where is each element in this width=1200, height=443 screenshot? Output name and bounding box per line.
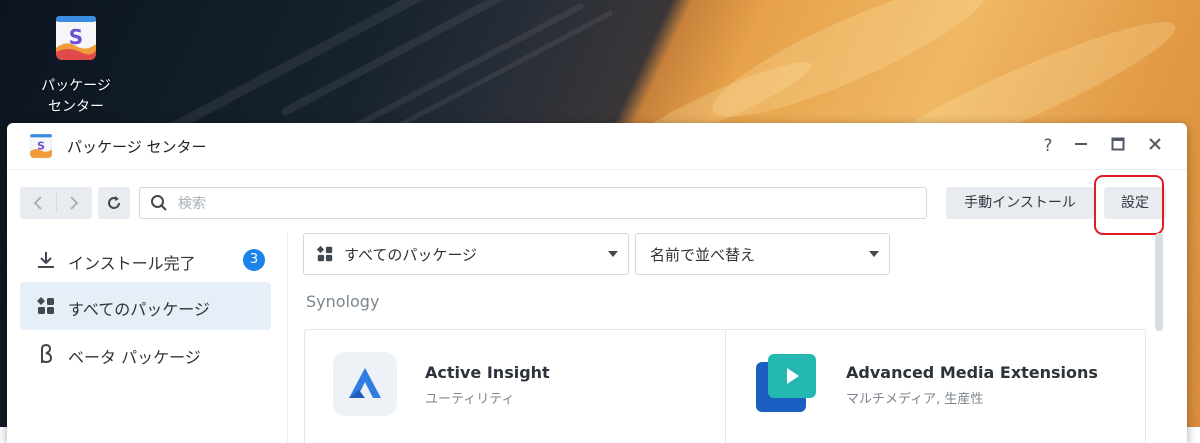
- search-box[interactable]: [139, 187, 927, 219]
- search-input[interactable]: [176, 193, 900, 215]
- help-button[interactable]: ?: [1035, 133, 1061, 159]
- svg-text:S: S: [69, 25, 83, 49]
- sort-value: 名前で並べ替え: [650, 246, 756, 264]
- sidebar-item-all-packages[interactable]: すべてのパッケージ: [20, 282, 271, 330]
- package-card-advanced-media-extensions[interactable]: Advanced Media Extensions マルチメディア, 生産性: [725, 330, 1145, 443]
- active-insight-icon: [333, 352, 397, 416]
- installed-count-badge: 3: [243, 249, 265, 271]
- package-card-active-insight[interactable]: Active Insight ユーティリティ: [305, 330, 724, 443]
- grid-icon: [316, 245, 333, 262]
- media-extensions-icon: [754, 352, 818, 416]
- chevron-down-icon: [608, 251, 618, 257]
- sidebar-item-label: すべてのパッケージ: [68, 300, 210, 319]
- toolbar: 手動インストール 設定: [7, 170, 1187, 232]
- main-content: すべてのパッケージ 名前で並べ替え Synology Active Insigh…: [288, 232, 1187, 443]
- desktop-package-center-shortcut[interactable]: S パッケージ センター: [30, 14, 122, 118]
- content-scrollbar[interactable]: [1155, 233, 1163, 331]
- grid-icon: [37, 297, 54, 314]
- forward-button[interactable]: [56, 187, 92, 219]
- close-button[interactable]: [1142, 133, 1168, 159]
- refresh-icon: [108, 196, 120, 209]
- search-icon: [151, 195, 167, 211]
- package-name: Advanced Media Extensions: [846, 363, 1098, 382]
- section-title: Synology: [306, 292, 380, 311]
- package-center-icon: S: [52, 14, 100, 62]
- desktop-icon-label-line1: パッケージ: [41, 78, 111, 94]
- sidebar-item-installed[interactable]: インストール完了 3: [20, 236, 271, 284]
- package-category: ユーティリティ: [425, 392, 515, 407]
- maximize-icon: [1111, 137, 1125, 151]
- refresh-button[interactable]: [98, 187, 130, 219]
- window-title: パッケージ センター: [67, 138, 207, 156]
- settings-highlight-annotation: [1094, 175, 1164, 235]
- sidebar: インストール完了 3 すべてのパッケージ ベータ パッケージ: [7, 232, 288, 443]
- beta-icon: [41, 344, 53, 364]
- package-name: Active Insight: [425, 363, 550, 382]
- manual-install-button[interactable]: 手動インストール: [946, 187, 1094, 219]
- chevron-down-icon: [869, 251, 879, 257]
- nav-buttons: [20, 187, 92, 219]
- window-titlebar[interactable]: S パッケージ センター ?: [7, 123, 1187, 170]
- minimize-button[interactable]: [1068, 133, 1094, 159]
- chevron-left-icon: [33, 196, 42, 210]
- close-icon: [1149, 138, 1161, 150]
- back-button[interactable]: [20, 187, 56, 219]
- desktop-icon-label-line2: センター: [48, 99, 104, 115]
- category-filter-value: すべてのパッケージ: [344, 246, 478, 264]
- sidebar-item-beta[interactable]: ベータ パッケージ: [20, 330, 271, 378]
- package-category: マルチメディア, 生産性: [846, 392, 984, 407]
- sort-select[interactable]: 名前で並べ替え: [635, 233, 890, 275]
- minimize-icon: [1075, 143, 1087, 145]
- download-icon: [38, 252, 54, 268]
- chevron-right-icon: [70, 196, 79, 210]
- package-center-app-icon: S: [28, 133, 54, 159]
- sidebar-item-label: ベータ パッケージ: [68, 348, 201, 367]
- package-grid: Active Insight ユーティリティ Advanced Media Ex…: [304, 329, 1146, 443]
- sidebar-item-label: インストール完了: [68, 254, 196, 273]
- svg-text:S: S: [37, 139, 45, 152]
- maximize-button[interactable]: [1105, 133, 1131, 159]
- category-filter-select[interactable]: すべてのパッケージ: [303, 233, 629, 275]
- package-center-window: S パッケージ センター ? 検索 手動インストール 設定 インストール完了 3…: [7, 123, 1187, 443]
